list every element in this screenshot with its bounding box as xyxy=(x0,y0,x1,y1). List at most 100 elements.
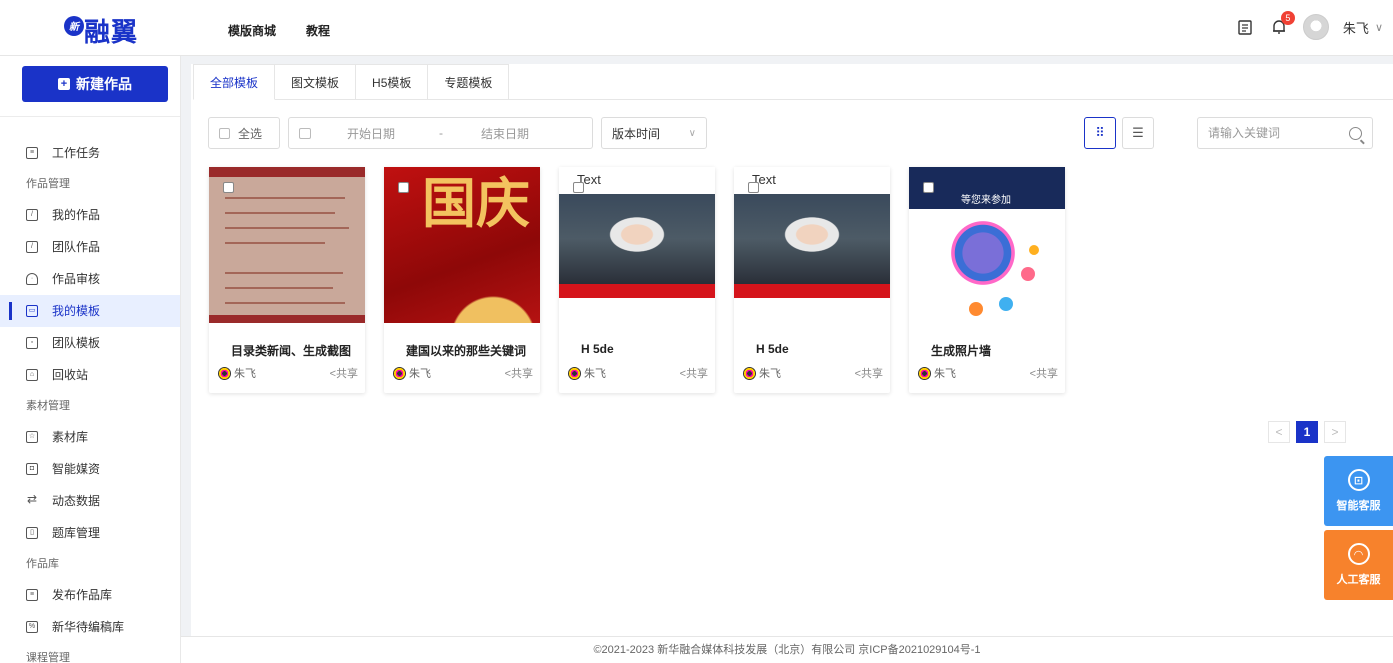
sidebar-item-my-works[interactable]: / 我的作品 xyxy=(0,199,180,231)
search-input[interactable] xyxy=(1208,126,1338,140)
card-checkbox[interactable] xyxy=(748,182,759,193)
prev-page-button[interactable]: < xyxy=(1268,421,1290,443)
card-checkbox[interactable] xyxy=(573,182,584,193)
sidebar-item-review[interactable]: · 作品审核 xyxy=(0,263,180,295)
share-button[interactable]: <共享 xyxy=(330,365,358,381)
share-button[interactable]: <共享 xyxy=(505,365,533,381)
divider xyxy=(0,116,180,117)
thumb-dot xyxy=(999,297,1013,311)
tab-image-text-templates[interactable]: 图文模板 xyxy=(275,64,357,100)
owner-avatar xyxy=(568,366,581,380)
chevron-down-icon: ∨ xyxy=(688,127,696,139)
sidebar-item-question-bank[interactable]: ▯ 题库管理 xyxy=(0,517,180,549)
plus-icon: + xyxy=(58,78,70,90)
sidebar-item-material-library[interactable]: ☆ 素材库 xyxy=(0,421,180,453)
template-card[interactable]: 等您来参加 生成照片墙 朱飞 <共享 xyxy=(909,167,1065,393)
share-button[interactable]: <共享 xyxy=(1030,365,1058,381)
nav-template-store[interactable]: 模版商城 xyxy=(228,22,276,39)
sidebar-item-smart-media[interactable]: ◘ 智能媒资 xyxy=(0,453,180,485)
human-service-label: 人工客服 xyxy=(1336,574,1381,586)
card-meta: 朱飞 <共享 xyxy=(218,365,358,381)
sidebar-item-label: 回收站 xyxy=(52,368,89,382)
question-bank-icon: ▯ xyxy=(26,527,38,539)
template-grid: 目录类新闻、生成截图 朱飞 <共享 国庆 建国以来的那些关键词 朱飞 <共享 T… xyxy=(209,167,1065,393)
start-date-input[interactable]: 开始日期 xyxy=(347,125,395,142)
grid-view-button[interactable]: ⠿ xyxy=(1084,117,1116,149)
search-icon[interactable] xyxy=(1349,126,1362,140)
share-label: 共享 xyxy=(336,368,358,380)
search-box xyxy=(1197,117,1373,149)
sidebar-item-my-templates[interactable]: ▭ 我的模板 xyxy=(0,295,180,327)
thumb-line xyxy=(225,212,335,214)
team-works-icon: / xyxy=(26,241,38,253)
share-label: 共享 xyxy=(861,368,883,380)
next-page-button[interactable]: > xyxy=(1324,421,1346,443)
card-checkbox[interactable] xyxy=(398,182,409,193)
clipboard-icon[interactable] xyxy=(1235,17,1255,37)
thumb-line xyxy=(225,302,345,304)
tab-topic-templates[interactable]: 专题模板 xyxy=(428,64,510,100)
owner-name: 朱飞 xyxy=(934,368,956,380)
tab-h5-templates[interactable]: H5模板 xyxy=(356,64,429,100)
template-card[interactable]: 国庆 建国以来的那些关键词 朱飞 <共享 xyxy=(384,167,540,393)
card-title: H 5de xyxy=(581,342,614,356)
sidebar-item-recycle[interactable]: ⌂ 回收站 xyxy=(0,359,180,391)
owner-name: 朱飞 xyxy=(234,368,256,380)
ai-service-button[interactable]: ⊡ 智能客服 xyxy=(1324,456,1393,526)
owner-name: 朱飞 xyxy=(409,368,431,380)
avatar[interactable] xyxy=(1302,14,1329,40)
logo[interactable]: 新 融翼 xyxy=(64,12,138,49)
share-button[interactable]: <共享 xyxy=(855,365,883,381)
new-work-button[interactable]: + 新建作品 xyxy=(22,66,168,102)
ai-service-label: 智能客服 xyxy=(1336,500,1381,512)
tab-all-templates[interactable]: 全部模板 xyxy=(193,64,276,100)
sort-value: 版本时间 xyxy=(612,126,661,141)
date-range-picker[interactable]: 开始日期 - 结束日期 xyxy=(288,117,593,149)
owner-avatar xyxy=(218,366,231,380)
card-checkbox[interactable] xyxy=(923,182,934,193)
thumb-dot xyxy=(1029,245,1039,255)
media-icon: ◘ xyxy=(26,463,38,475)
checkbox xyxy=(219,127,230,139)
grid-icon: ⠿ xyxy=(1095,125,1105,140)
user-menu[interactable]: 朱飞 ∨ xyxy=(1343,18,1383,37)
bell-icon[interactable]: 5 xyxy=(1269,11,1295,37)
share-button[interactable]: <共享 xyxy=(680,365,708,381)
card-owner: 朱飞 xyxy=(568,365,606,381)
thumb-line xyxy=(225,227,349,229)
template-card[interactable]: Text H 5de 朱飞 <共享 xyxy=(559,167,715,393)
sidebar-item-draft-library[interactable]: % 新华待编稿库 xyxy=(0,611,180,643)
sort-select[interactable]: 版本时间 ∨ xyxy=(601,117,707,149)
sidebar-item-team-templates[interactable]: ▫ 团队模板 xyxy=(0,327,180,359)
card-owner: 朱飞 xyxy=(218,365,256,381)
sidebar-item-team-works[interactable]: / 团队作品 xyxy=(0,231,180,263)
sidebar-item-dynamic-data[interactable]: ⇄ 动态数据 xyxy=(0,485,180,517)
card-checkbox[interactable] xyxy=(223,182,234,193)
sidebar-item-label: 智能媒资 xyxy=(52,462,101,476)
select-all-checkbox[interactable]: 全选 xyxy=(208,117,280,149)
template-card[interactable]: Text H 5de 朱飞 <共享 xyxy=(734,167,890,393)
thumb-dot xyxy=(969,302,983,316)
publish-icon: ≡ xyxy=(26,589,38,601)
nav-tutorial[interactable]: 教程 xyxy=(306,22,330,39)
notification-badge: 5 xyxy=(1280,11,1295,25)
calendar-icon xyxy=(299,127,311,139)
sidebar-item-work-tasks[interactable]: ≡ 工作任务 xyxy=(0,137,180,169)
sidebar-item-label: 团队作品 xyxy=(52,240,101,254)
human-service-button[interactable]: ◠ 人工客服 xyxy=(1324,530,1393,600)
card-meta: 朱飞 <共享 xyxy=(393,365,533,381)
template-tabs: 全部模板 图文模板 H5模板 专题模板 xyxy=(193,64,1393,100)
owner-avatar xyxy=(743,366,756,380)
template-card[interactable]: 目录类新闻、生成截图 朱飞 <共享 xyxy=(209,167,365,393)
list-icon: ☰ xyxy=(1132,125,1144,140)
sidebar-item-publish-library[interactable]: ≡ 发布作品库 xyxy=(0,579,180,611)
owner-avatar xyxy=(918,366,931,380)
main-panel: 全部模板 图文模板 H5模板 专题模板 全选 开始日期 - 结束日期 版本时间 … xyxy=(191,64,1393,636)
sidebar-item-label: 新华待编稿库 xyxy=(52,620,125,634)
sidebar-menu: ≡ 工作任务 作品管理 / 我的作品 / 团队作品 · 作品审核 ▭ 我的模板 ▫ 团队模板… xyxy=(0,137,180,663)
headset-icon: ◠ xyxy=(1347,543,1370,565)
card-owner: 朱飞 xyxy=(743,365,781,381)
list-view-button[interactable]: ☰ xyxy=(1122,117,1154,149)
end-date-input[interactable]: 结束日期 xyxy=(481,125,529,142)
page-1-button[interactable]: 1 xyxy=(1296,421,1318,443)
